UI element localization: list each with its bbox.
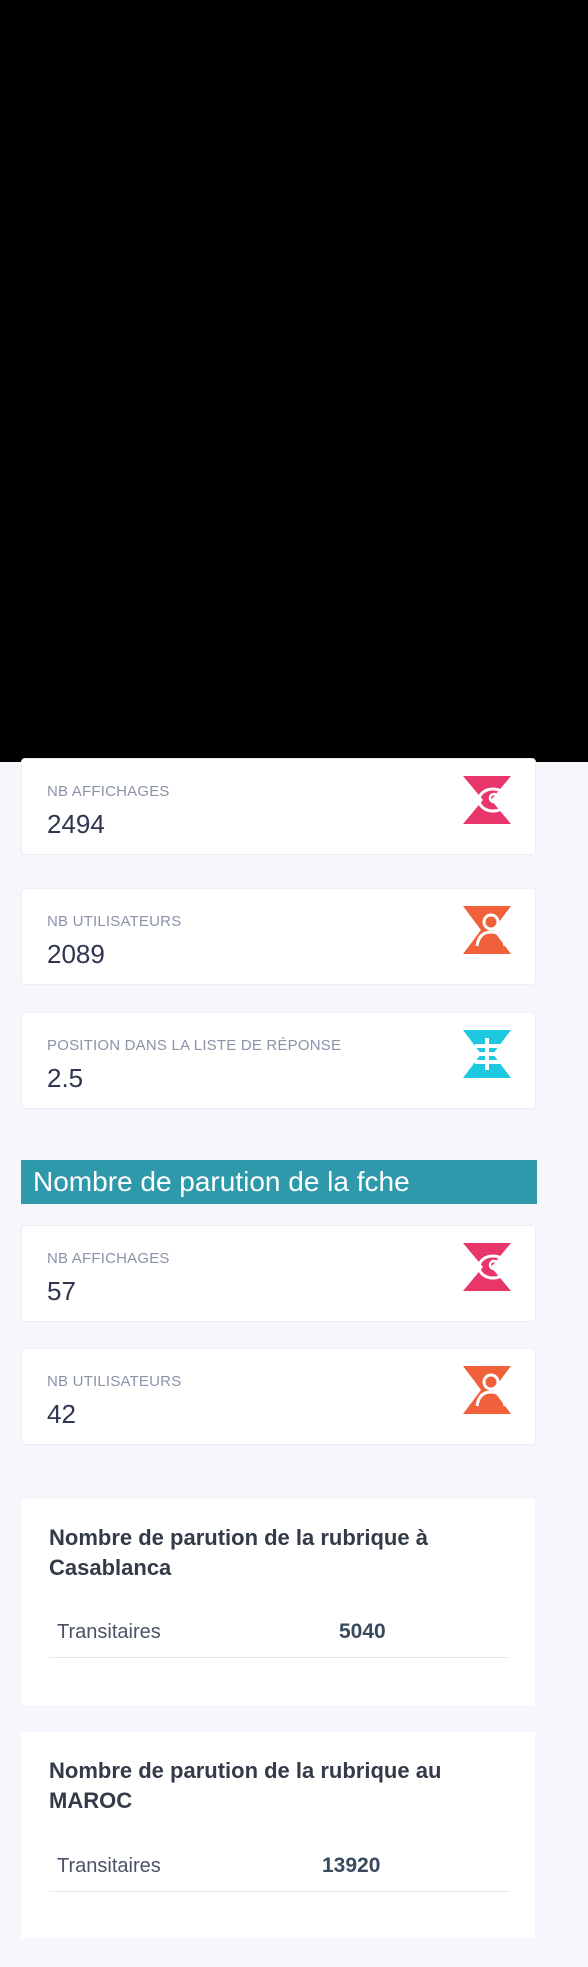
stat-label: POSITION DANS LA LISTE DE RÉPONSE xyxy=(47,1037,342,1054)
row-value: 5040 xyxy=(339,1620,386,1643)
stat-card-utilisateurs: NB UTILISATEURS 2089 xyxy=(21,888,536,985)
panel-title: Nombre de parution de la rubrique au MAR… xyxy=(49,1758,442,1813)
stat-card-position: POSITION DANS LA LISTE DE RÉPONSE 2.5 xyxy=(21,1012,536,1109)
stat-value: 42 xyxy=(47,1399,76,1429)
table-row: Transitaires 13920 xyxy=(49,1843,509,1892)
stat-card-affichages: NB AFFICHAGES 2494 xyxy=(21,758,536,855)
users-icon xyxy=(463,906,511,954)
panel-casablanca: Nombre de parution de la rubrique à Casa… xyxy=(21,1499,535,1705)
row-name: Transitaires xyxy=(57,1621,161,1643)
users-icon xyxy=(463,1366,511,1414)
row-name: Transitaires xyxy=(57,1855,161,1877)
eye-icon xyxy=(463,776,511,824)
section-title: Nombre de parution de la f​che xyxy=(33,1166,410,1197)
stat-card-utilisateurs: NB UTILISATEURS 42 xyxy=(21,1348,536,1445)
eye-icon xyxy=(463,1243,511,1291)
stat-label: NB UTILISATEURS xyxy=(47,1373,182,1390)
stat-card-affichages: NB AFFICHAGES 57 xyxy=(21,1225,536,1322)
stat-label: NB AFFICHAGES xyxy=(47,1250,170,1267)
table-row: Transitaires 5040 xyxy=(49,1609,509,1658)
stat-value: 2494 xyxy=(47,809,105,839)
panel-title: Nombre de parution de la rubrique à Casa… xyxy=(49,1525,428,1580)
stat-value: 2.5 xyxy=(47,1063,84,1093)
stat-value: 2089 xyxy=(47,939,105,969)
stat-label: NB AFFICHAGES xyxy=(47,783,170,800)
stat-value: 57 xyxy=(47,1276,76,1306)
row-value: 13920 xyxy=(322,1854,381,1877)
redacted-area xyxy=(0,0,588,762)
stat-label: NB UTILISATEURS xyxy=(47,913,182,930)
panel-maroc: Nombre de parution de la rubrique au MAR… xyxy=(21,1732,535,1938)
section-banner: Nombre de parution de la f​che xyxy=(21,1160,537,1204)
list-icon xyxy=(463,1030,511,1078)
